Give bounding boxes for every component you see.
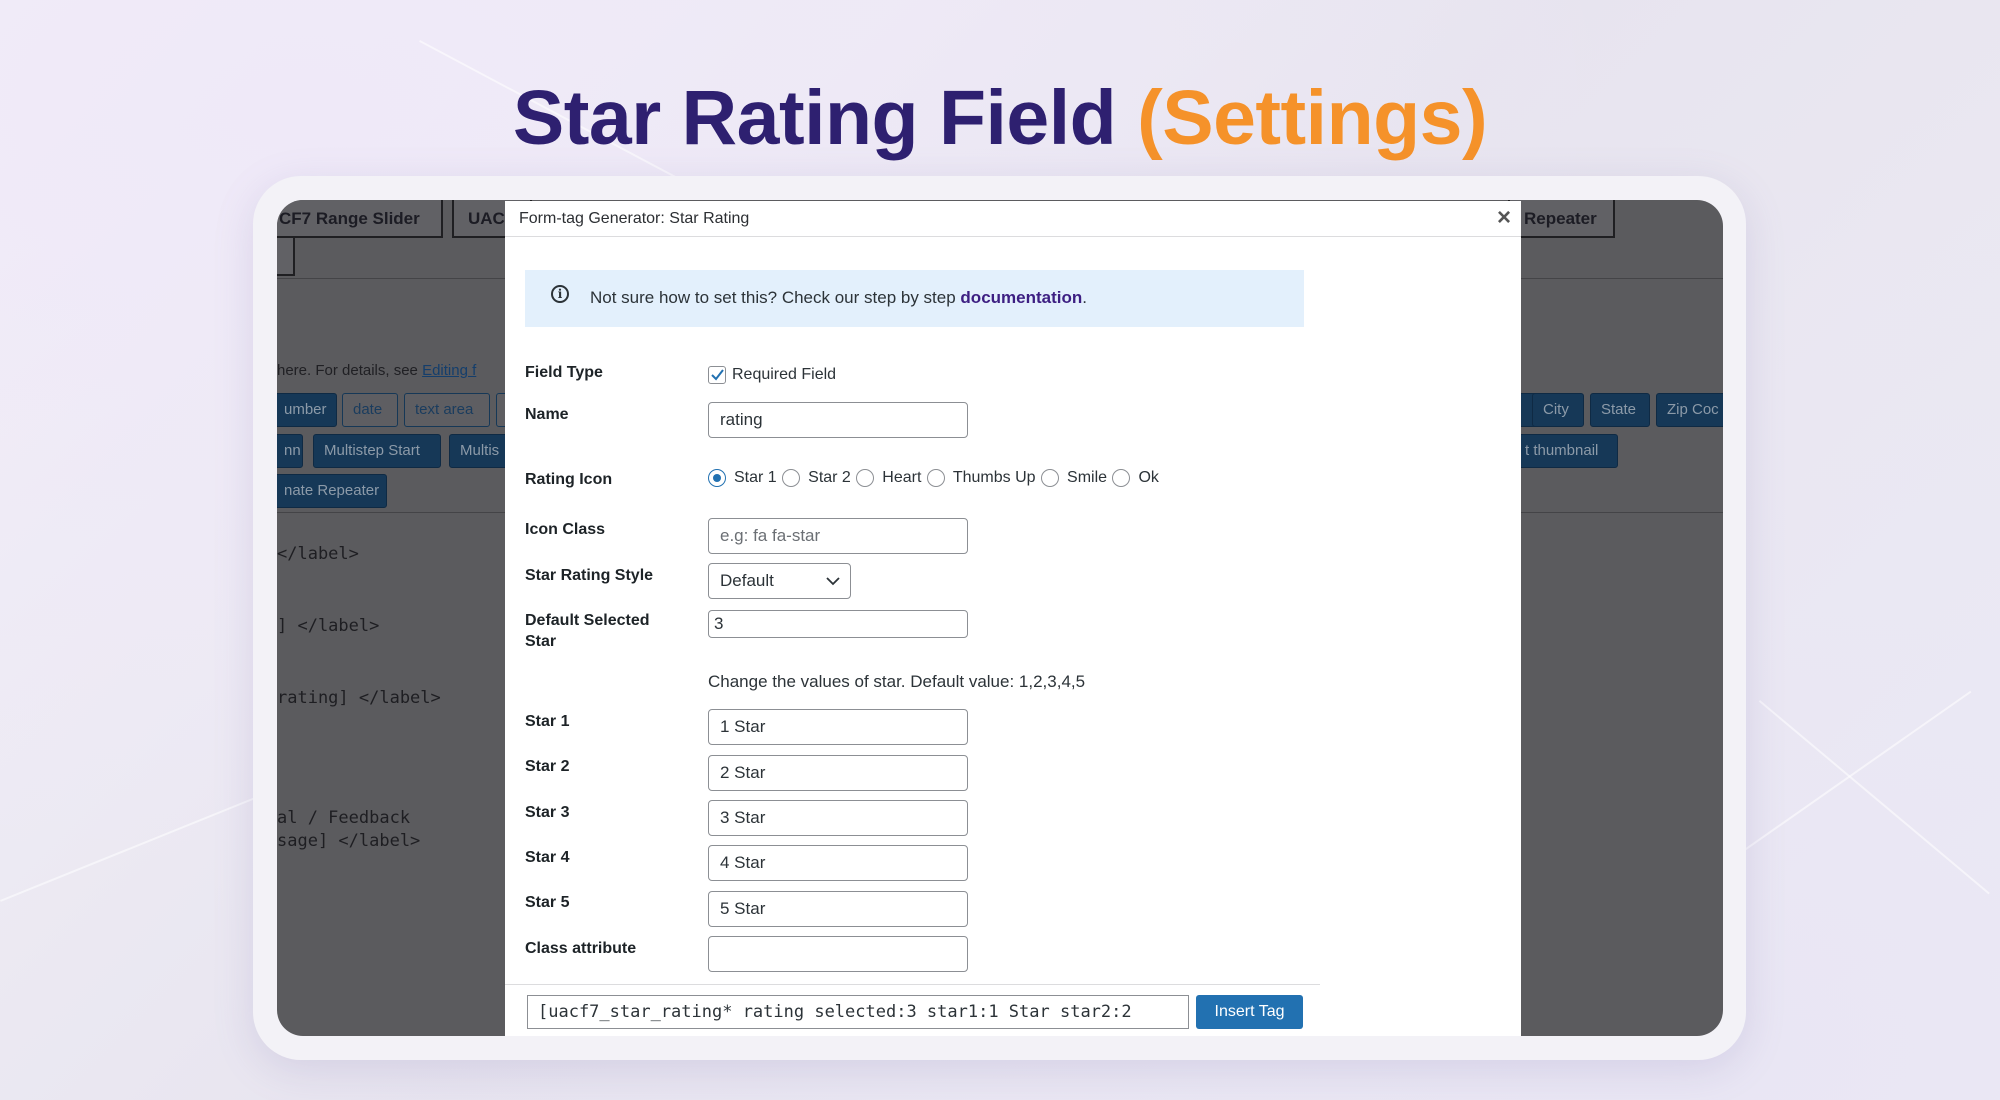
bg-tag-alternate-repeater: nate Repeater (277, 474, 387, 508)
headline-accent: (Settings) (1137, 75, 1488, 161)
bg-code-line: rating] </label> (277, 688, 441, 708)
chevron-down-icon (826, 577, 840, 586)
bg-tag-date: date (342, 393, 398, 427)
bg-help-label: here. For details, see (277, 362, 418, 379)
form-tag-generator-modal: Form-tag Generator: Star Rating × i Not … (505, 201, 1521, 1036)
generated-tag-field[interactable]: [uacf7_star_rating* rating selected:3 st… (527, 995, 1189, 1029)
bg-tag-multistep: Multis (449, 434, 509, 468)
bg-code-line: ] </label> (277, 616, 380, 636)
bg-help-text: here. For details, see Editing f (277, 362, 476, 379)
icon-class-input[interactable] (708, 518, 968, 554)
bg-tag-thumbnail: t thumbnail (1514, 434, 1618, 468)
documentation-link[interactable]: documentation (960, 288, 1082, 307)
notice-text: Not sure how to set this? Check our step… (590, 288, 1087, 308)
close-icon[interactable]: × (1497, 205, 1511, 231)
bg-help-link: Editing f (422, 362, 477, 379)
bg-code-line: </label> (277, 544, 359, 564)
modal-title: Form-tag Generator: Star Rating (519, 210, 750, 227)
star-4-input[interactable] (708, 845, 968, 881)
documentation-notice: i Not sure how to set this? Check our st… (525, 270, 1304, 327)
bg-tag-number: umber (277, 393, 337, 427)
bg-code-line: sage] </label> (277, 831, 421, 851)
bg-tag-zip: Zip Coc (1656, 393, 1723, 427)
star-1-input[interactable] (708, 709, 968, 745)
bg-tag-column: nn (277, 434, 303, 468)
name-input[interactable] (708, 402, 968, 438)
star-5-input[interactable] (708, 891, 968, 927)
class-attribute-input[interactable] (708, 936, 968, 972)
notice-message: Not sure how to set this? Check our step… (590, 288, 956, 307)
headline-main: Star Rating Field (512, 75, 1117, 161)
bg-tag-multistep-start: Multistep Start (313, 434, 441, 468)
bg-tab-range-slider: CF7 Range Slider (277, 200, 443, 238)
bg-tag-textarea: text area (404, 393, 490, 427)
bg-tab-fragment (277, 238, 295, 276)
insert-tag-button[interactable]: Insert Tag (1196, 995, 1303, 1029)
star-rating-style-value: Default (720, 571, 774, 590)
modal-header: Form-tag Generator: Star Rating × (505, 201, 1521, 237)
background-line (1758, 700, 1990, 895)
star-rating-style-select[interactable]: Default (708, 563, 851, 599)
default-star-input[interactable] (708, 610, 968, 638)
bg-tag-city: City (1532, 393, 1584, 427)
bg-code-line: al / Feedback (277, 808, 411, 828)
checkmark-icon (711, 369, 724, 381)
info-icon: i (551, 285, 569, 303)
page-headline: Star Rating Field (Settings) (0, 74, 2000, 163)
required-field-checkbox[interactable] (708, 366, 726, 384)
bg-tag-state: State (1590, 393, 1650, 427)
star-3-input[interactable] (708, 800, 968, 836)
bg-tab-repeater: Repeater (1508, 200, 1615, 238)
star-2-input[interactable] (708, 755, 968, 791)
notice-period: . (1082, 288, 1087, 307)
field-type-label: Field Type (525, 364, 603, 381)
